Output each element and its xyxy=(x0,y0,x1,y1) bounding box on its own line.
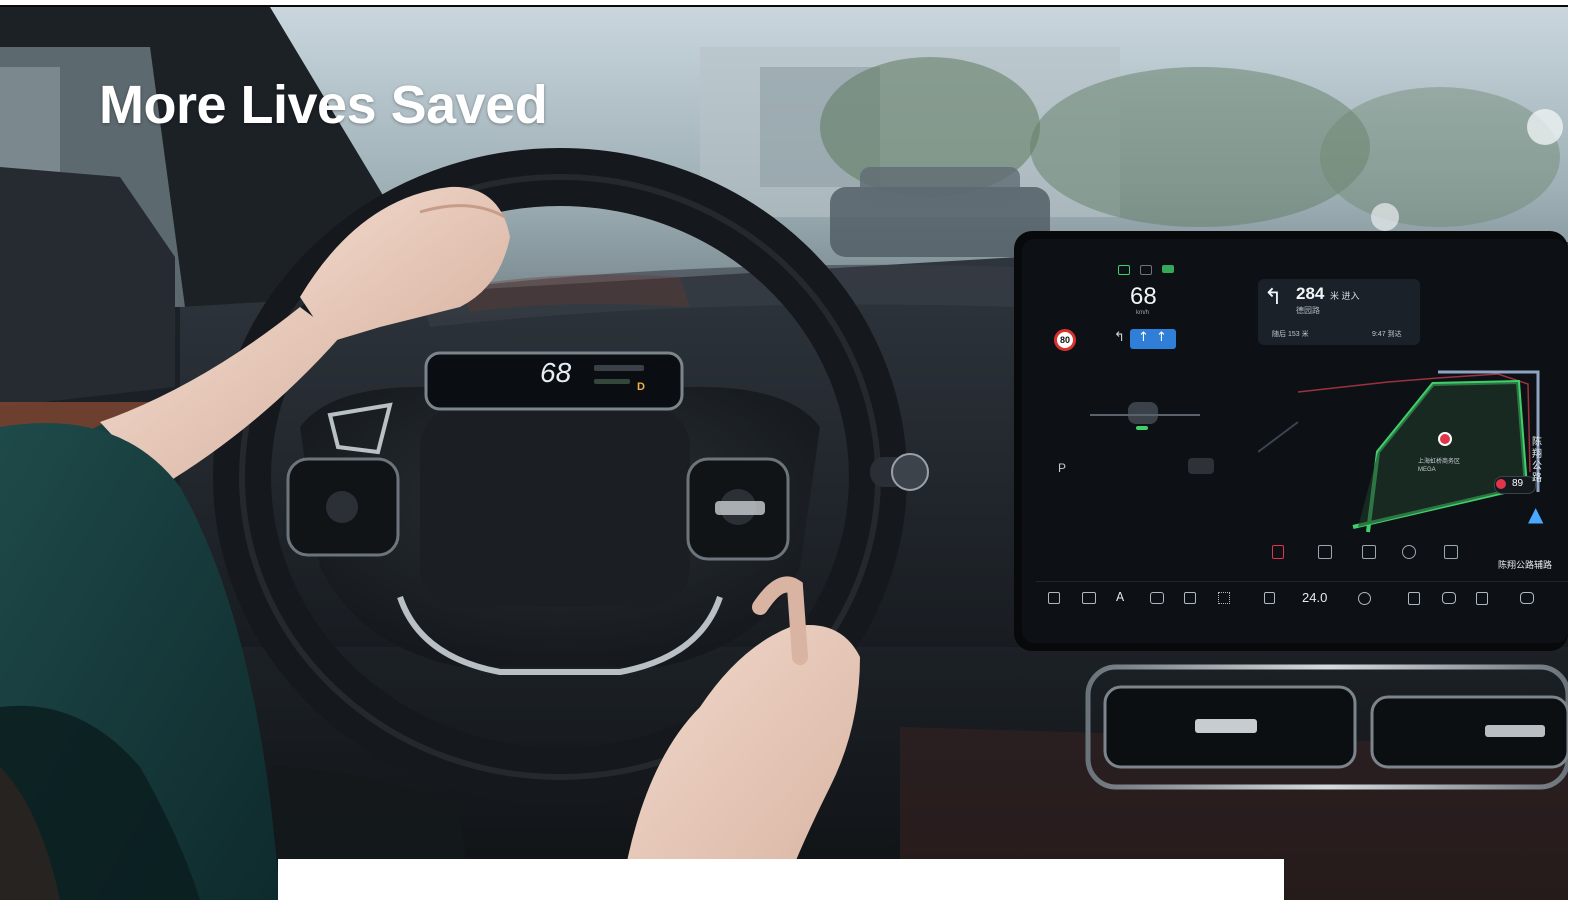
route-icon[interactable] xyxy=(1318,545,1332,559)
nav-road: 德园路 xyxy=(1296,306,1320,315)
seat-icon[interactable] xyxy=(1476,592,1488,605)
map-poi: 上海虹桥商务区 MEGA xyxy=(1418,459,1461,473)
media-icon[interactable] xyxy=(1184,592,1196,604)
lane-straight-icon-1: ↑ xyxy=(1138,330,1149,345)
status-icon-2 xyxy=(1140,265,1152,275)
map-routes xyxy=(1258,370,1540,533)
lane-straight-icon-2: ↑ xyxy=(1156,330,1167,345)
rear-defrost-icon[interactable] xyxy=(1520,592,1534,604)
search-icon[interactable] xyxy=(1402,545,1416,559)
speed-limit-value: 80 xyxy=(1059,335,1070,345)
map-road-side: 陈翔公路 xyxy=(1532,437,1542,484)
nav-eta: 9:47 到达 xyxy=(1372,331,1402,338)
map-speed-badge-value: 89 xyxy=(1512,478,1524,489)
nav-unit-action: 米 进入 xyxy=(1330,291,1360,301)
lane-marker-green xyxy=(1136,426,1148,430)
nav-next: 随后 153 米 xyxy=(1272,331,1309,338)
map-position-arrow-icon: ▲ xyxy=(1528,502,1544,526)
lane-turn-icon: ↰ xyxy=(1114,330,1125,345)
right-margin xyxy=(1568,0,1588,905)
status-icon-3 xyxy=(1162,265,1174,273)
nav-turn-card: ↰ 284 米 进入 德园路 随后 153 米 9:47 到达 xyxy=(1258,279,1420,345)
slide-title: More Lives Saved xyxy=(99,75,548,135)
home-icon[interactable] xyxy=(1048,592,1060,604)
status-icon-1 xyxy=(1118,265,1130,275)
park-indicator-icon: P xyxy=(1058,461,1067,475)
bottom-caption-bar xyxy=(278,859,1284,905)
lane-guidance: ↰ ↑ ↑ xyxy=(1114,329,1176,349)
lock-icon[interactable] xyxy=(1264,592,1275,604)
cluster-gear: D xyxy=(637,381,645,393)
ac-temp[interactable]: 24.0 xyxy=(1302,590,1327,605)
defrost-icon[interactable] xyxy=(1442,592,1456,604)
side-car-icon xyxy=(1188,458,1214,474)
seat-heat-icon[interactable] xyxy=(1408,592,1420,605)
map-poi-pin-icon xyxy=(1438,432,1452,446)
screen-status-dots xyxy=(1118,265,1178,275)
map-speed-badge-dot-icon xyxy=(1496,479,1506,489)
screen-speed-unit: km/h xyxy=(1136,310,1150,316)
speed-limit-sign: 80 xyxy=(1054,329,1076,351)
camera-icon[interactable] xyxy=(1082,592,1096,604)
lane-line-left xyxy=(1090,414,1200,416)
cluster-info-bars-2 xyxy=(594,379,630,384)
cluster-speed: 68 xyxy=(540,357,572,388)
cluster-info-bars xyxy=(594,365,644,371)
turn-left-arrow-icon: ↰ xyxy=(1264,285,1283,310)
screen-dock: A 24.0 xyxy=(1036,581,1568,618)
nav-distance: 284 xyxy=(1296,284,1325,303)
car-icon[interactable] xyxy=(1150,592,1164,604)
screen-speed: 68 xyxy=(1130,283,1157,310)
ego-car-icon xyxy=(1128,402,1158,424)
fan-icon[interactable] xyxy=(1358,592,1371,605)
adas-road-view xyxy=(1040,362,1240,482)
nav-quick-actions xyxy=(1262,543,1492,569)
more-icon[interactable] xyxy=(1444,545,1458,559)
slide: 68 D 68 km/h 80 ↰ ↑ ↑ P ↰ 284 米 进入 德园路 随… xyxy=(0,0,1588,905)
car-interior-photo: 68 D 68 km/h 80 ↰ ↑ ↑ P ↰ 284 米 进入 德园路 随… xyxy=(0,7,1568,900)
exit-nav-icon[interactable] xyxy=(1272,545,1284,559)
map-road-bottom: 陈翔公路辅路 xyxy=(1498,560,1553,570)
lane-active-box xyxy=(1130,329,1176,349)
nav-map: 上海虹桥商务区 MEGA 89 ▲ xyxy=(1258,352,1558,542)
assist-icon[interactable]: A xyxy=(1116,590,1124,604)
volume-icon[interactable] xyxy=(1362,545,1376,559)
apps-grid-icon[interactable] xyxy=(1218,592,1230,604)
